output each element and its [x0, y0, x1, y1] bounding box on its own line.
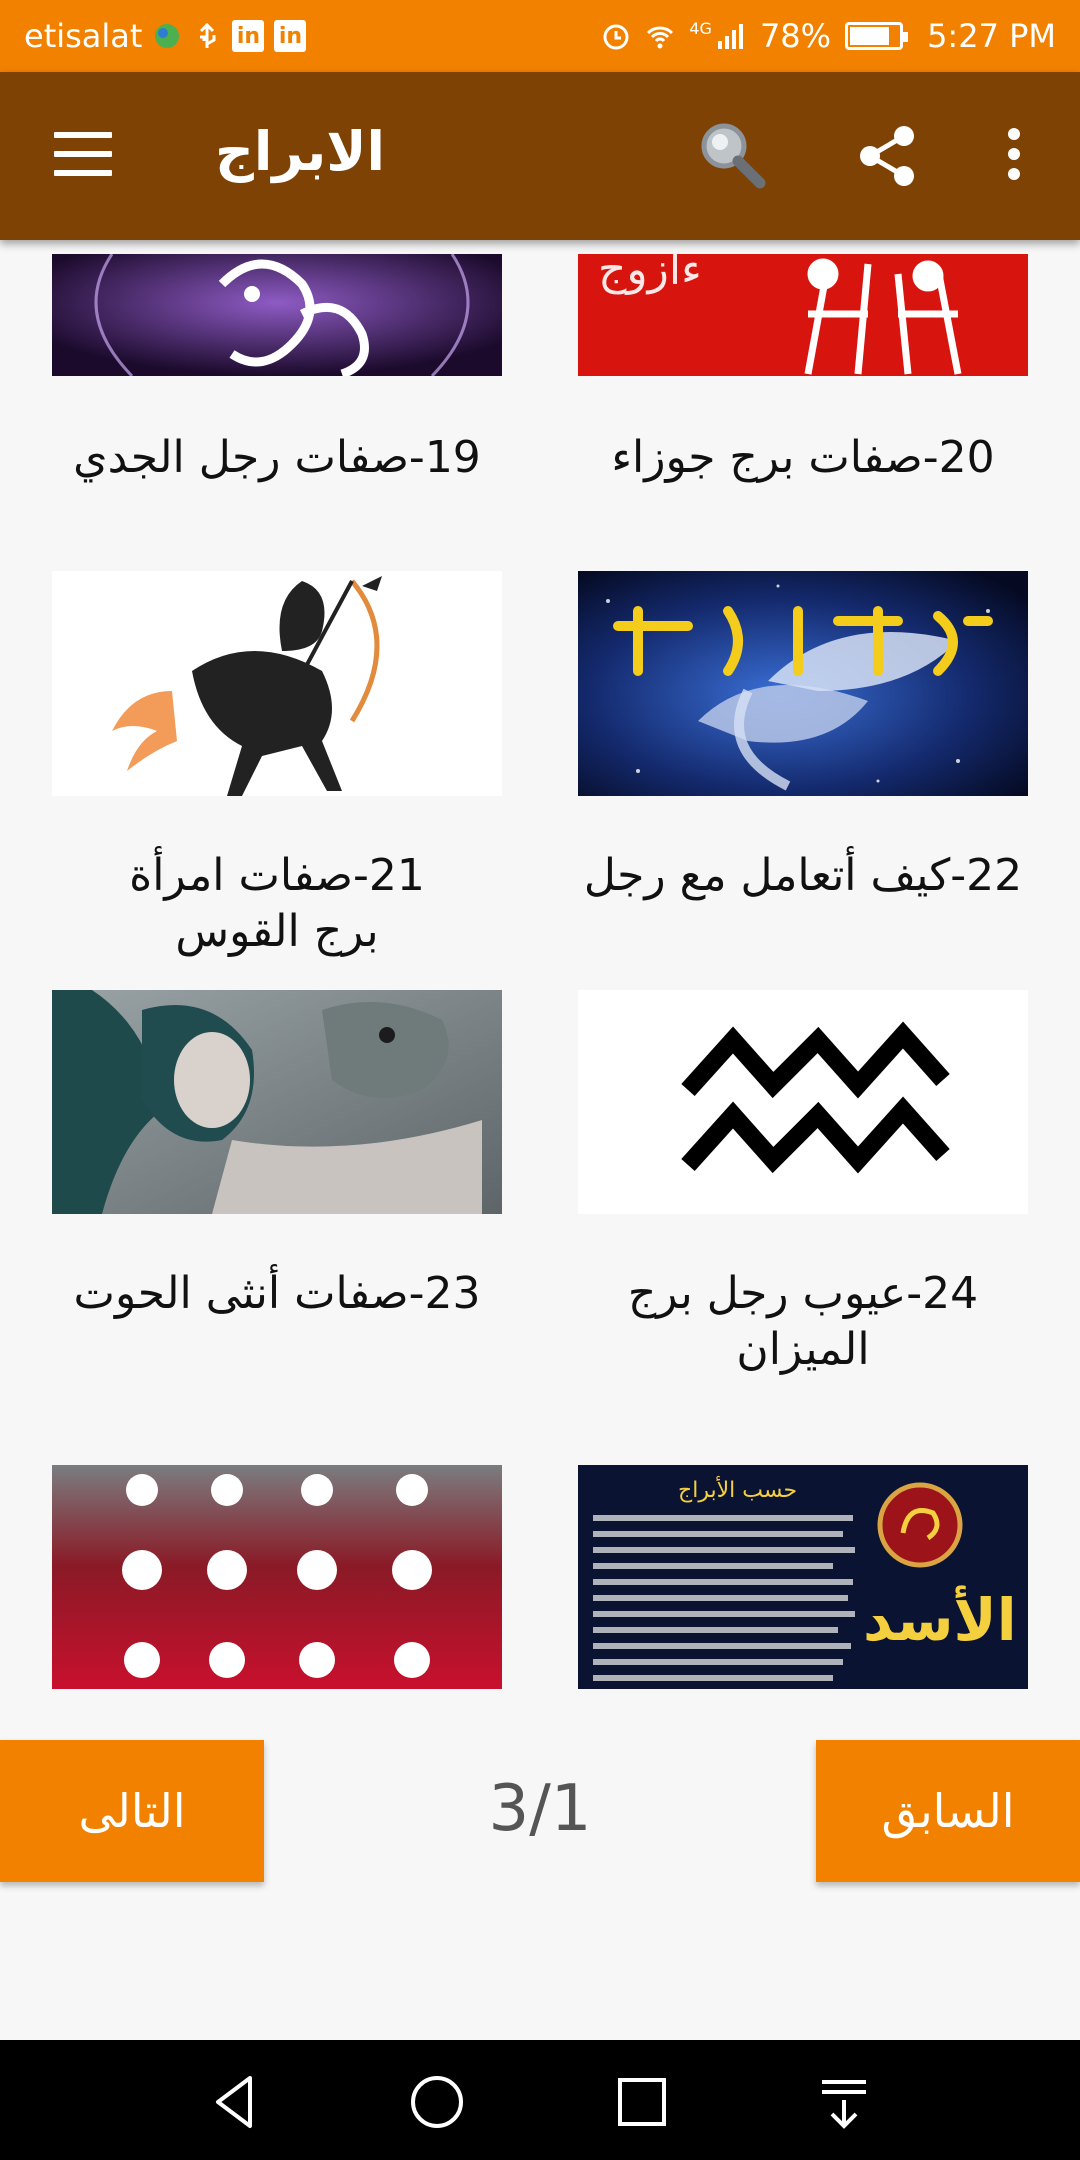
item-image-pisces[interactable] [578, 571, 1028, 796]
status-bar: etisalat in in 4G 78% 5:27 PM [0, 0, 1080, 72]
globe-icon [155, 24, 180, 48]
menu-icon[interactable] [54, 132, 112, 176]
item-caption[interactable]: 19-صفات رجل الجدي [37, 430, 517, 486]
item-image-aquarius[interactable] [578, 990, 1028, 1214]
wifi-icon [647, 26, 674, 49]
search-icon[interactable] [692, 116, 772, 196]
previous-button[interactable]: السابق [816, 1740, 1080, 1882]
leo-card-header: حسب الأبراج [678, 1476, 797, 1503]
item-image-gemini[interactable]: ءازوج [578, 254, 1028, 376]
item-image-sagittarius[interactable] [52, 571, 502, 796]
clock: 5:27 PM [927, 17, 1056, 55]
linkedin-icon: in [274, 20, 307, 52]
back-icon[interactable] [204, 2070, 268, 2134]
more-vert-icon[interactable] [1000, 128, 1028, 188]
share-icon[interactable] [858, 124, 918, 188]
item-image-leo[interactable]: حسب الأبراج الأسد [578, 1465, 1028, 1689]
leo-card-title: الأسد [863, 1585, 1017, 1654]
svg-text:ءازوج: ءازوج [598, 254, 702, 295]
network-type: 4G [689, 18, 712, 38]
battery-icon [845, 22, 909, 50]
item-caption[interactable]: 23-صفات أنثى الحوت [37, 1266, 517, 1322]
app-title: الابراج [215, 120, 386, 183]
recents-icon[interactable] [610, 2070, 674, 2134]
pager: التالى 3/1 السابق [0, 1740, 1080, 1884]
item-caption[interactable]: 24-عيوب رجل برج الميزان [563, 1266, 1043, 1378]
linkedin-icon: in [232, 20, 265, 52]
item-image-zodiac-grid[interactable] [52, 1465, 502, 1689]
app-bar: الابراج [0, 72, 1080, 240]
home-icon[interactable] [405, 2070, 469, 2134]
carrier-name: etisalat [24, 17, 143, 55]
zodiac-list: ءازوج 20-صفات برج جوزاء 19-صفات رجل الجد… [0, 240, 1080, 1740]
item-caption[interactable]: 22-كيف أتعامل مع رجل [563, 848, 1043, 904]
alarm-icon [603, 24, 629, 50]
system-nav-bar [0, 2040, 1080, 2160]
battery-percent: 78% [759, 17, 832, 55]
item-image-woman[interactable] [52, 990, 502, 1214]
usb-icon [200, 22, 216, 48]
item-image-capricorn[interactable] [52, 254, 502, 376]
notifications-pull-icon[interactable] [812, 2070, 876, 2134]
item-caption[interactable]: 21-صفات امرأة برج القوس [37, 848, 517, 960]
item-caption[interactable]: 20-صفات برج جوزاء [563, 430, 1043, 486]
signal-icon [717, 24, 743, 49]
